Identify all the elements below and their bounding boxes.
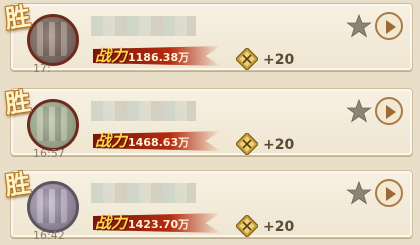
opponent-avatar[interactable] [27,99,79,151]
play-icon [386,20,396,34]
win-badge: 胜 [3,1,33,34]
opponent-avatar[interactable] [27,181,79,233]
win-badge: 胜 [3,168,33,201]
battle-time: 16:57 [33,147,65,160]
battle-record-list: 胜 17: 战力 1186.38万 +20 胜 16:57 战力 1468.63… [0,0,420,245]
reward-points: +20 [263,137,295,153]
opponent-avatar[interactable] [27,14,79,66]
opponent-name-blurred [91,183,196,203]
battle-time: 17: [33,62,51,75]
star-icon[interactable] [346,13,372,39]
power-label: 战力 [95,213,128,232]
avatar-image-blurred [37,107,67,141]
replay-button[interactable] [375,97,403,125]
win-badge: 胜 [3,86,33,119]
crossed-swords-badge-icon [236,215,258,237]
reward-points: +20 [263,52,295,68]
power-value: 1186.38万 [128,51,190,64]
battle-record-card[interactable]: 胜 16:42 战力 1423.70万 +20 [3,168,413,242]
star-icon[interactable] [346,98,372,124]
power-label: 战力 [95,46,128,65]
opponent-name-blurred [91,101,196,121]
play-icon [386,105,396,119]
battle-record-card[interactable]: 胜 16:57 战力 1468.63万 +20 [3,86,413,160]
opponent-name-blurred [91,16,196,36]
power-label: 战力 [95,131,128,150]
power-value: 1423.70万 [128,218,190,231]
avatar-image-blurred [37,189,67,223]
avatar-image-blurred [37,22,67,56]
reward-points: +20 [263,219,295,235]
power-value: 1468.63万 [128,136,190,149]
play-icon [386,187,396,201]
battle-time: 16:42 [33,229,65,242]
star-icon[interactable] [346,180,372,206]
replay-button[interactable] [375,12,403,40]
replay-button[interactable] [375,179,403,207]
battle-record-card[interactable]: 胜 17: 战力 1186.38万 +20 [3,1,413,75]
crossed-swords-badge-icon [236,48,258,70]
crossed-swords-badge-icon [236,133,258,155]
